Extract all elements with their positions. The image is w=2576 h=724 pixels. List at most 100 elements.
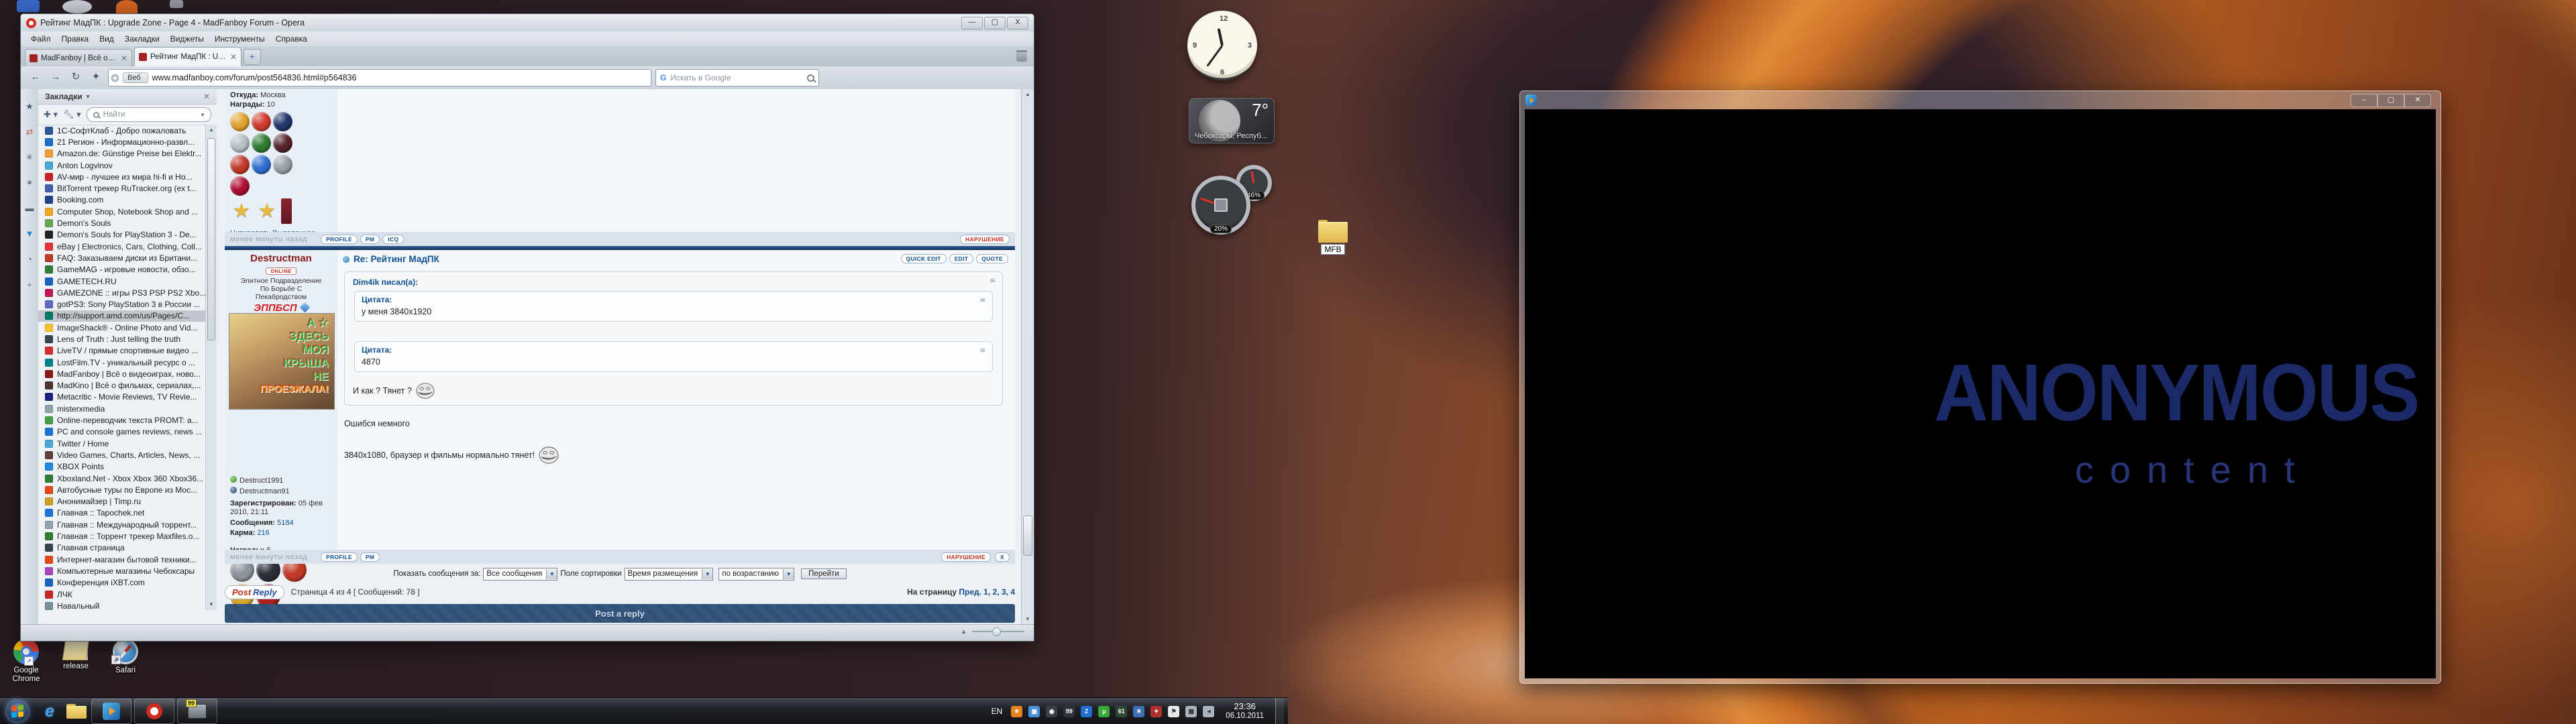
bookmarks-star-icon[interactable]: ★ <box>21 99 38 115</box>
bookmark-item[interactable]: Demon's Souls <box>38 217 206 229</box>
bookmark-item[interactable]: Главная :: Торрент трекер Maxfiles.o... <box>38 530 206 542</box>
weather-gadget[interactable]: 7° Чебоксары, Респуб... <box>1189 98 1275 143</box>
bookmark-item[interactable]: Amazon.de: Günstige Preise bei Elektr... <box>38 148 206 160</box>
bookmark-item[interactable]: Lens of Truth : Just telling the truth <box>38 333 206 345</box>
profile-button[interactable]: PROFILE <box>321 552 358 562</box>
bookmark-item[interactable]: ImageShack® - Online Photo and Vid... <box>38 322 206 333</box>
title-bar[interactable]: Рейтинг МадПК : Upgrade Zone - Page 4 - … <box>21 14 1034 32</box>
start-button[interactable] <box>5 699 30 723</box>
direction-select[interactable]: по возрастанию▼ <box>718 568 794 581</box>
menu-item[interactable]: Закладки <box>120 33 164 45</box>
post-reply-button[interactable]: PostReply <box>225 585 284 599</box>
bookmark-item[interactable]: Anton Logvinov <box>38 160 206 171</box>
close-tab-icon[interactable]: ✕ <box>121 54 127 63</box>
xbox-gamertag[interactable]: Destruct1991 <box>225 476 337 485</box>
bookmark-item[interactable]: FAQ: Заказываем диски из Британи... <box>38 252 206 263</box>
bookmark-item[interactable]: ЛЧК <box>38 589 206 600</box>
game-controller-icon[interactable]: ◉ <box>1046 706 1057 717</box>
page-links[interactable]: 1, 2, 3, 4 <box>983 587 1015 597</box>
punto-switcher-icon[interactable]: ✳ <box>1011 706 1022 717</box>
author-name[interactable]: Destructman <box>225 253 337 264</box>
taskbar-ie-icon[interactable]: e <box>36 699 63 723</box>
utorrent-icon[interactable]: µ <box>1098 706 1110 717</box>
prev-page-link[interactable]: Пред. <box>959 587 981 597</box>
bookmark-item[interactable]: gotPS3: Sony PlayStation 3 в России ... <box>38 298 206 310</box>
add-bookmark-button[interactable]: ✚ ▾ <box>44 109 58 120</box>
notes-icon[interactable]: ▬ <box>21 200 38 217</box>
pm-button[interactable]: PM <box>360 235 380 244</box>
network-icon[interactable]: ▦ <box>1185 706 1197 717</box>
closed-tabs-trash-icon[interactable] <box>1016 50 1027 62</box>
post-a-reply-bar[interactable]: Post a reply <box>225 604 1015 623</box>
scrollbar-thumb[interactable] <box>1023 516 1032 556</box>
psn-id[interactable]: Destructman91 <box>225 487 337 495</box>
bookmark-item[interactable]: Booking.com <box>38 194 206 206</box>
bookmark-item[interactable]: Metacritic - Movie Reviews, TV Revie... <box>38 391 206 403</box>
bookmark-item[interactable]: Xboxland.Net - Xbox Xbox 360 Xbox36... <box>38 473 206 484</box>
bookmark-item[interactable]: Главная :: Tapochek.net <box>38 507 206 519</box>
back-button[interactable]: ← <box>28 70 44 86</box>
minimize-button[interactable]: – <box>2351 94 2377 107</box>
url-text[interactable]: www.madfanboy.com/forum/post564836.html#… <box>152 73 357 82</box>
bookmark-item[interactable]: Computer Shop, Notebook Shop and ... <box>38 206 206 217</box>
volume-icon[interactable]: ◄ <box>1203 706 1214 717</box>
bookmark-item[interactable]: PC and console games reviews, news ... <box>38 426 206 438</box>
menu-item[interactable]: Вид <box>95 33 119 45</box>
bookmark-item[interactable]: Интернет-магазин бытовой техники... <box>38 554 206 565</box>
taskbar-clock[interactable]: 23:36 06.10.2011 <box>1226 702 1264 721</box>
delete-button[interactable]: X <box>995 552 1010 562</box>
tab-1[interactable]: MadFanboy | Всё о вид...✕ <box>25 49 132 66</box>
bookmark-item[interactable]: 21 Регион - Информационно-развл... <box>38 136 206 147</box>
menu-item[interactable]: Правка <box>57 33 94 45</box>
scroll-up-icon[interactable]: ▲ <box>206 125 217 135</box>
bookmark-item[interactable]: LostFilm.TV - уникальный ресурс о ... <box>38 357 206 368</box>
bookmark-item[interactable]: GAMETECH.RU <box>38 276 206 287</box>
wand-button[interactable]: ✦ <box>88 70 104 86</box>
show-desktop-button[interactable] <box>1275 698 1284 724</box>
scroll-down-icon[interactable]: ▼ <box>1022 614 1034 625</box>
close-panel-icon[interactable]: ✕ <box>203 92 210 101</box>
report-button[interactable]: НАРУШЕНИЕ <box>960 235 1010 244</box>
bookmark-item[interactable]: Конференция iXBT.com <box>38 577 206 589</box>
taskbar-opera-button[interactable] <box>134 699 174 724</box>
bookmark-item[interactable]: GAMEZONE :: игры PS3 PSP PS2 Xbo... <box>38 287 206 298</box>
bookmark-item[interactable]: GameMAG - игровые новости, обзо... <box>38 264 206 276</box>
scrollbar-thumb[interactable] <box>207 138 215 341</box>
sort-select[interactable]: Время размещения▼ <box>625 568 714 581</box>
maximize-button[interactable]: ▢ <box>2377 94 2404 107</box>
profile-button[interactable]: PROFILE <box>321 235 358 244</box>
close-button[interactable]: ✕ <box>2404 94 2431 107</box>
close-tab-icon[interactable]: ✕ <box>230 52 237 62</box>
bookmark-item[interactable]: Компьютерные магазины Чебоксары <box>38 565 206 577</box>
tab-2[interactable]: Рейтинг МадПК : Upgr...✕ <box>134 47 241 66</box>
search-icon[interactable] <box>807 74 814 82</box>
screenshot-tool-icon[interactable]: ▣ <box>1028 706 1040 717</box>
bookmark-item[interactable]: Twitter / Home <box>38 438 206 449</box>
desktop-icon-safari[interactable]: ↗Safari <box>97 639 154 675</box>
panel-header[interactable]: Закладки ▼ ✕ <box>38 89 217 105</box>
video-frame[interactable]: ANONYMOUS content <box>1525 109 2436 678</box>
pm-button[interactable]: PM <box>360 552 380 562</box>
menu-item[interactable]: Инструменты <box>210 33 270 45</box>
forward-button[interactable]: → <box>48 70 64 86</box>
bookmark-item[interactable]: Анонимайзер | Timp.ru <box>38 496 206 507</box>
messenger-icon[interactable]: 61 <box>1116 706 1127 717</box>
fps-monitor-icon[interactable]: 99 <box>1063 706 1075 717</box>
bookmark-item[interactable]: eBay | Electronics, Cars, Clothing, Coll… <box>38 241 206 252</box>
taskbar-media-player-button[interactable] <box>91 699 131 724</box>
bookmark-item[interactable]: XBOX Points <box>38 461 206 473</box>
taskbar-fps-app-button[interactable]: 99 <box>177 699 217 724</box>
bookmark-item[interactable]: MadFanboy | Всё о видеоиграх, ново... <box>38 368 206 379</box>
address-bar[interactable]: Веб www.madfanboy.com/forum/post564836.h… <box>108 69 651 86</box>
bookmark-item[interactable]: Автобусные туры по Европе из Мос... <box>38 484 206 495</box>
widgets-gear-icon[interactable]: ✳ <box>21 149 38 166</box>
go-button[interactable]: Перейти <box>801 568 847 579</box>
bookmark-item[interactable]: http://support.amd.com/us/Pages/C... <box>38 310 206 322</box>
quote-button[interactable]: QUOTE <box>976 254 1008 263</box>
history-icon[interactable]: ◔ <box>21 251 38 267</box>
show-select[interactable]: Все сообщения▼ <box>483 568 557 581</box>
unite-icon[interactable]: ✶ <box>21 175 38 191</box>
icq-button[interactable]: ICQ <box>382 235 404 244</box>
action-center-flag-icon[interactable]: ⚑ <box>1168 706 1179 717</box>
bookmark-item[interactable]: Главная страница <box>38 542 206 554</box>
